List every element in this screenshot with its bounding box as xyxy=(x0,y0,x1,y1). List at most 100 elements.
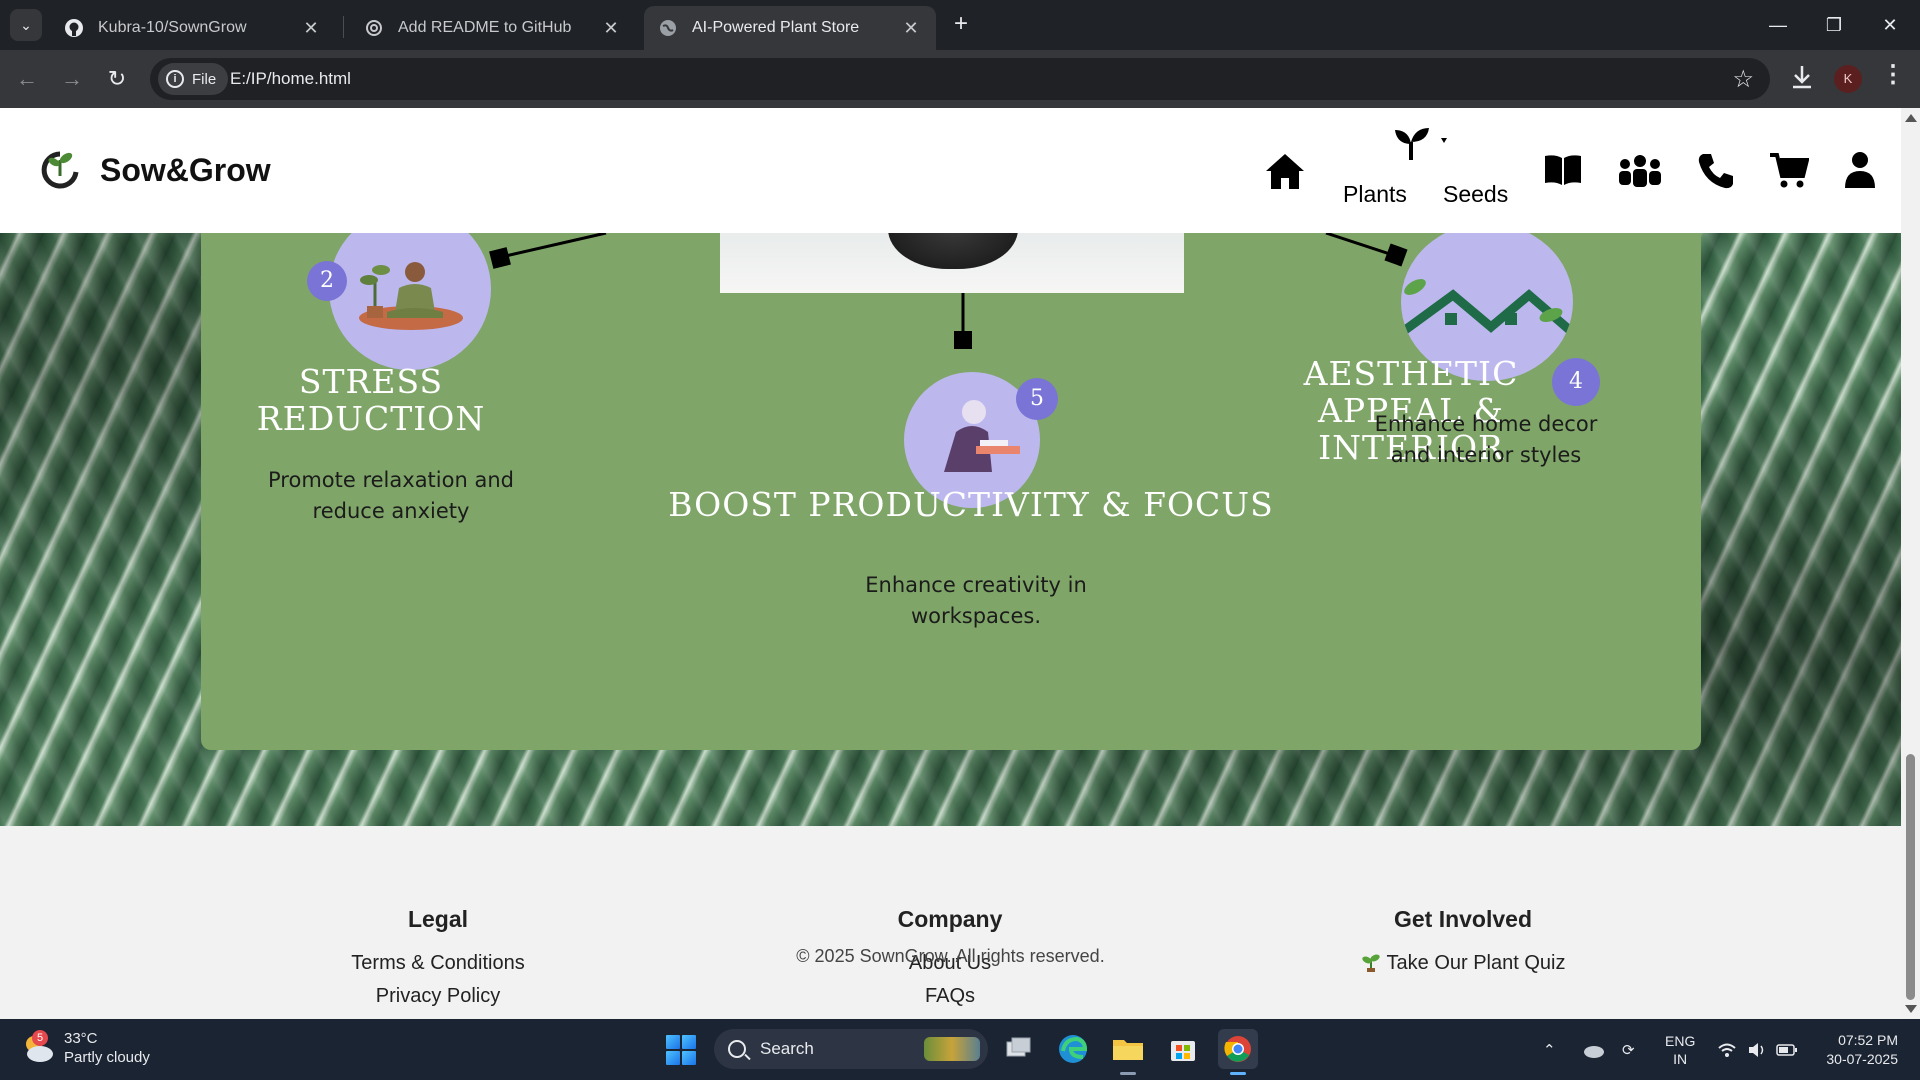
minimize-button[interactable]: — xyxy=(1758,8,1798,42)
sprout-dropdown-icon[interactable] xyxy=(1393,126,1449,167)
battery-icon[interactable] xyxy=(1776,1019,1798,1080)
site-info-chip[interactable]: i File xyxy=(158,63,229,95)
benefit-description-line: reduce anxiety xyxy=(312,499,470,523)
brand-name[interactable]: Sow&Grow xyxy=(100,152,271,189)
tab-title: Add README to GitHub xyxy=(398,19,572,36)
faqs-link[interactable]: FAQs xyxy=(830,980,1070,1013)
clock[interactable]: 07:52 PM 30-07-2025 xyxy=(1818,1031,1898,1069)
profile-avatar[interactable]: K xyxy=(1834,65,1862,93)
footer-heading: Get Involved xyxy=(1393,906,1533,932)
language-indicator[interactable]: ENG IN xyxy=(1665,1019,1695,1080)
region-code: IN xyxy=(1673,1050,1688,1067)
close-window-button[interactable]: ✕ xyxy=(1870,8,1910,42)
tab-plant-store[interactable]: AI-Powered Plant Store ✕ xyxy=(644,6,936,50)
benefit-description-line: and interior styles xyxy=(1390,443,1582,467)
privacy-link[interactable]: Privacy Policy xyxy=(318,980,558,1013)
partly-cloudy-icon: 5 xyxy=(20,1030,56,1066)
address-bar[interactable]: i File E:/IP/home.html ☆ xyxy=(150,58,1770,100)
benefit-description: Enhance creativity in workspaces. xyxy=(801,570,1151,632)
taskbar-search[interactable]: Search xyxy=(714,1029,988,1069)
onedrive-icon[interactable] xyxy=(1582,1019,1606,1080)
logo-sprout-icon[interactable] xyxy=(36,146,80,190)
close-icon[interactable]: ✕ xyxy=(900,18,922,39)
search-icon xyxy=(728,1040,746,1058)
edge-browser-icon[interactable] xyxy=(1053,1029,1093,1069)
scroll-down-arrow-icon[interactable] xyxy=(1905,1005,1917,1013)
sync-icon[interactable]: ⟳ xyxy=(1622,1019,1635,1080)
openai-icon xyxy=(364,18,384,38)
wifi-icon[interactable] xyxy=(1717,1019,1737,1080)
benefit-description: Enhance home decor and interior styles xyxy=(1351,409,1621,471)
user-icon[interactable] xyxy=(1843,151,1877,194)
phone-icon[interactable] xyxy=(1697,152,1735,195)
restore-button[interactable]: ❐ xyxy=(1814,8,1854,42)
back-button[interactable]: ← xyxy=(10,62,44,96)
info-icon: i xyxy=(166,70,184,88)
copyright-text: © 2025 SownGrow. All rights reserved. xyxy=(796,946,1105,966)
footer-heading: Company xyxy=(897,906,1003,932)
home-icon[interactable] xyxy=(1264,152,1306,195)
globe-icon xyxy=(658,18,678,38)
github-icon xyxy=(64,18,84,38)
footer-involved-column: Get Involved Take Our Plant Quiz xyxy=(1313,906,1613,980)
bookmark-star-icon[interactable]: ☆ xyxy=(1732,65,1754,94)
tray-overflow-chevron-icon[interactable]: ⌃ xyxy=(1543,1019,1556,1080)
tab-readme[interactable]: Add README to GitHub ✕ xyxy=(350,6,636,50)
benefit-description-line: Enhance creativity in xyxy=(865,573,1087,597)
taskbar-search-placeholder: Search xyxy=(760,1039,814,1058)
task-view-icon[interactable] xyxy=(998,1029,1038,1069)
page-viewport: 2 STRESS REDUCTION Promote relaxation an… xyxy=(0,108,1901,1019)
clock-date: 30-07-2025 xyxy=(1826,1051,1898,1067)
chrome-icon[interactable] xyxy=(1218,1029,1258,1075)
benefit-number-badge: 5 xyxy=(1016,378,1058,420)
nav-plants-link[interactable]: Plants xyxy=(1343,181,1407,208)
benefit-description-line: Enhance home decor xyxy=(1374,412,1598,436)
windows-taskbar: 5 33°C Partly cloudy Search ⌃ ⟳ ENG IN 0… xyxy=(0,1019,1920,1080)
new-tab-button[interactable]: + xyxy=(946,10,976,40)
reload-button[interactable]: ↻ xyxy=(100,62,134,96)
volume-icon[interactable] xyxy=(1747,1019,1767,1080)
benefits-panel: 2 STRESS REDUCTION Promote relaxation an… xyxy=(201,208,1701,750)
running-indicator xyxy=(1120,1072,1136,1075)
site-header: Sow&Grow Plants Seeds xyxy=(0,108,1901,233)
benefit-title: STRESS REDUCTION xyxy=(256,362,486,438)
active-indicator xyxy=(1230,1072,1246,1075)
tab-divider xyxy=(343,16,344,38)
tab-title: AI-Powered Plant Store xyxy=(692,19,860,36)
tab-search-button[interactable]: ⌄ xyxy=(10,9,42,41)
weather-temp: 33°C xyxy=(64,1030,98,1047)
page-scrollbar[interactable] xyxy=(1901,108,1920,1019)
browser-toolbar: ← → ↻ i File E:/IP/home.html ☆ K ⋮ xyxy=(0,50,1920,108)
tab-title: Kubra-10/SownGrow xyxy=(98,19,247,36)
nav-seeds-link[interactable]: Seeds xyxy=(1443,181,1508,208)
scroll-up-arrow-icon[interactable] xyxy=(1905,114,1917,122)
scrollbar-thumb[interactable] xyxy=(1906,754,1915,1000)
footer-heading: Legal xyxy=(407,906,469,932)
download-icon[interactable] xyxy=(1787,60,1817,96)
weather-widget[interactable]: 5 33°C Partly cloudy xyxy=(20,1029,150,1067)
language-code: ENG xyxy=(1665,1032,1696,1049)
windows-start-button[interactable] xyxy=(666,1035,696,1065)
benefit-description-line: Promote relaxation and xyxy=(268,468,514,492)
benefit-number-badge: 2 xyxy=(307,261,347,301)
weather-alert-badge: 5 xyxy=(32,1030,48,1046)
file-explorer-icon[interactable] xyxy=(1108,1029,1148,1075)
site-footer: Legal Terms & Conditions Privacy Policy … xyxy=(0,826,1901,1019)
close-icon[interactable]: ✕ xyxy=(600,18,622,39)
close-icon[interactable]: ✕ xyxy=(300,18,322,39)
connector-node xyxy=(954,331,972,349)
cart-icon[interactable] xyxy=(1769,152,1810,195)
url-text[interactable]: E:/IP/home.html xyxy=(230,69,351,89)
clock-time: 07:52 PM xyxy=(1838,1032,1898,1048)
browser-tab-bar: ⌄ Kubra-10/SownGrow ✕ Add README to GitH… xyxy=(0,0,1920,50)
forward-button[interactable]: → xyxy=(55,62,89,96)
search-highlight-image xyxy=(924,1037,980,1061)
weather-desc: Partly cloudy xyxy=(64,1049,150,1066)
community-icon[interactable] xyxy=(1617,154,1663,193)
site-info-label: File xyxy=(192,70,217,88)
book-icon[interactable] xyxy=(1543,154,1583,191)
tab-kubra[interactable]: Kubra-10/SownGrow ✕ xyxy=(50,6,336,50)
store-icon[interactable] xyxy=(1163,1029,1203,1069)
benefit-title: BOOST PRODUCTIVITY & FOCUS xyxy=(668,485,1274,524)
menu-kebab-icon[interactable]: ⋮ xyxy=(1880,60,1906,89)
